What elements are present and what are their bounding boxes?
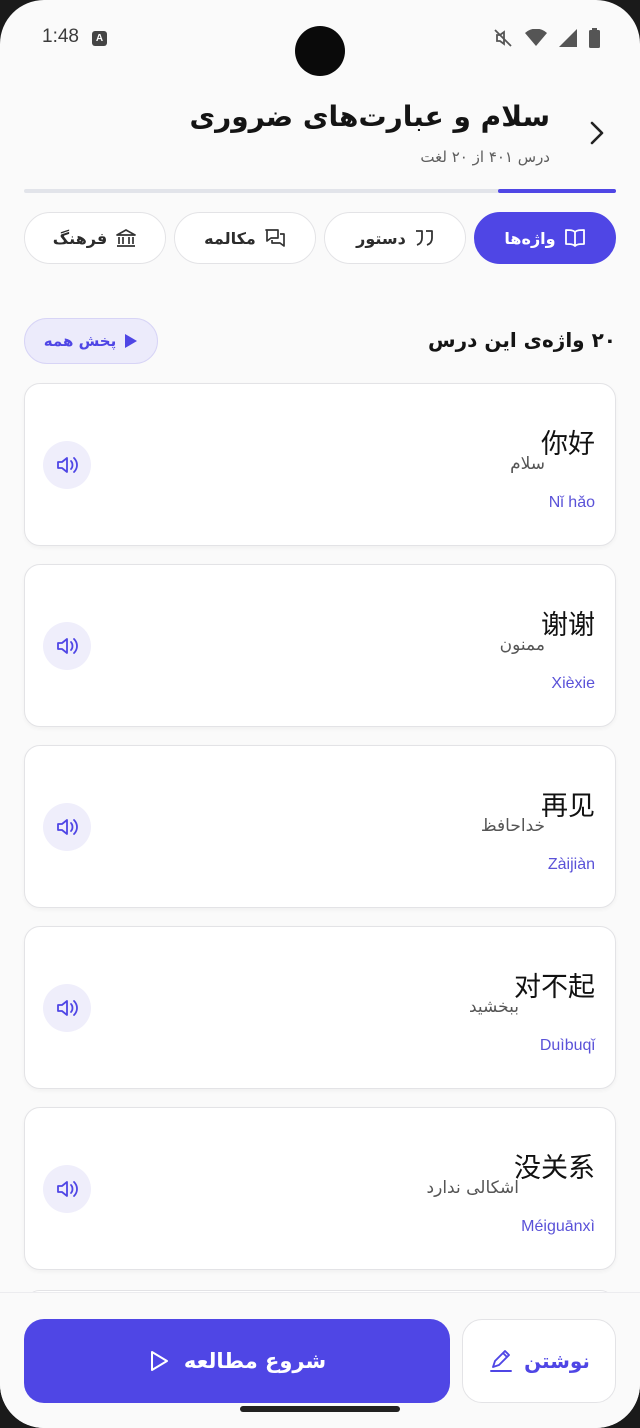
status-bar: 1:48 A [0, 0, 640, 80]
tab-culture[interactable]: فرهنگ [24, 212, 166, 264]
battery-icon [589, 28, 600, 48]
word-meaning: ببخشید [468, 997, 519, 1017]
tab-words[interactable]: واژه‌ها [474, 212, 616, 264]
write-label: نوشتن [524, 1349, 590, 1373]
chat-icon [264, 229, 285, 247]
camera-cutout [295, 26, 345, 76]
write-button[interactable]: نوشتن [462, 1319, 616, 1403]
start-study-label: شروع مطالعه [183, 1349, 327, 1373]
word-card[interactable]: 没关系 اشکالی ندارد Méiguānxì [24, 1107, 616, 1270]
word-pinyin: Zàijiàn [547, 856, 595, 873]
word-hanzi: 再见 [541, 791, 595, 822]
word-pinyin: Duìbuqǐ [539, 1037, 595, 1054]
word-pinyin: Méiguānxì [521, 1218, 595, 1235]
tab-conversation[interactable]: مکالمه [174, 212, 316, 264]
word-meaning: ممنون [499, 635, 545, 655]
speaker-icon [57, 1181, 78, 1197]
section-title: ۲۰ واژه‌ی این درس [428, 328, 616, 352]
tab-words-label: واژه‌ها [504, 228, 556, 248]
lesson-header: سلام و عبارت‌های ضروری درس ۴۰۱ از ۲۰ لغت [0, 90, 640, 200]
wifi-icon [525, 29, 547, 46]
play-all-button[interactable]: پخش همه [24, 318, 158, 364]
back-button[interactable] [582, 118, 612, 148]
status-time: 1:48 [42, 26, 79, 47]
word-card[interactable]: 谢谢 ممنون Xièxie [24, 564, 616, 727]
signal-icon [559, 29, 577, 47]
home-indicator [240, 1406, 400, 1412]
word-meaning: اشکالی ندارد [426, 1178, 519, 1198]
speaker-icon [57, 819, 78, 835]
bank-icon [116, 229, 137, 247]
mute-icon [494, 29, 512, 47]
word-hanzi: 你好 [541, 429, 595, 460]
word-card[interactable]: 再见 خداحافظ Zàijiàn [24, 745, 616, 908]
word-card[interactable]: 你好 سلام Nǐ hǎo [24, 383, 616, 546]
lesson-progress-fill [497, 189, 616, 193]
tab-culture-label: فرهنگ [52, 228, 108, 248]
app-screen: 1:48 A سلام و عبارت‌های [0, 0, 640, 1428]
word-pinyin: Nǐ hǎo [548, 494, 595, 511]
speaker-button[interactable] [43, 441, 91, 489]
lesson-tabs: واژه‌ها دستور مکالمه فرهنگ [24, 212, 616, 264]
speaker-icon [57, 638, 78, 654]
speaker-button[interactable] [43, 984, 91, 1032]
word-meaning: خداحافظ [480, 816, 545, 836]
tab-grammar[interactable]: دستور [324, 212, 466, 264]
start-study-button[interactable]: شروع مطالعه [24, 1319, 450, 1403]
lesson-progress-bar [24, 189, 616, 193]
speaker-icon [57, 1000, 78, 1016]
tab-grammar-label: دستور [356, 228, 406, 248]
word-hanzi: 谢谢 [541, 610, 595, 641]
page-subtitle: درس ۴۰۱ از ۲۰ لغت [420, 148, 550, 166]
play-all-label: پخش همه [43, 332, 117, 350]
chevron-right-icon [590, 121, 604, 145]
status-icons [493, 28, 600, 48]
speaker-button[interactable] [43, 1165, 91, 1213]
word-meaning: سلام [510, 454, 545, 474]
speaker-button[interactable] [43, 803, 91, 851]
word-hanzi: 对不起 [514, 972, 595, 1003]
page-title: سلام و عبارت‌های ضروری [189, 100, 550, 133]
speaker-button[interactable] [43, 622, 91, 670]
quote-icon [415, 230, 433, 246]
book-icon [564, 229, 585, 247]
notification-badge: A [92, 31, 107, 46]
pencil-icon [490, 1350, 513, 1372]
play-icon [125, 334, 138, 348]
word-hanzi: 没关系 [514, 1153, 595, 1184]
word-pinyin: Xièxie [551, 675, 595, 692]
play-outline-icon [150, 1351, 168, 1371]
word-card[interactable]: 对不起 ببخشید Duìbuqǐ [24, 926, 616, 1089]
speaker-icon [57, 457, 78, 473]
tab-conversation-label: مکالمه [204, 228, 256, 248]
